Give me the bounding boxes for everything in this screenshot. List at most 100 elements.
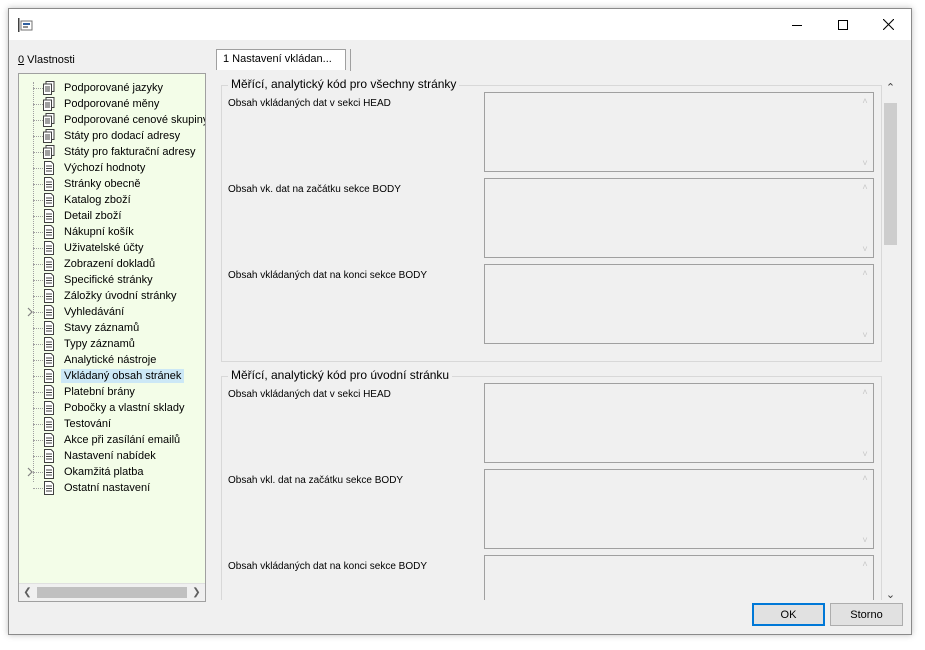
properties-label: 0 Vlastnosti [18, 54, 75, 66]
scroll-right-icon[interactable]: ❯ [188, 584, 205, 601]
tree-item-label: Podporované cenové skupiny [64, 114, 206, 126]
tree-item-label: Stavy záznamů [64, 322, 140, 334]
scroll-up-icon[interactable]: ˄ [860, 387, 870, 397]
tree-horizontal-scrollbar[interactable]: ❮ ❯ [19, 583, 205, 601]
tree-item-label: Stránky obecně [64, 178, 141, 190]
scroll-left-icon[interactable]: ❮ [19, 584, 36, 601]
document-stack-icon [43, 97, 55, 111]
tree-connector [33, 376, 43, 377]
scroll-down-icon[interactable]: ˅ [860, 449, 870, 459]
document-icon [44, 209, 54, 223]
scroll-down-icon[interactable]: ˅ [860, 244, 870, 254]
maximize-button[interactable] [820, 9, 866, 40]
tree-item[interactable]: Uživatelské účty [19, 240, 205, 256]
tree-item[interactable]: Státy pro dodací adresy [19, 128, 205, 144]
tree-item-label: Specifické stránky [64, 274, 153, 286]
content-textarea[interactable]: ˄˅ [484, 264, 874, 344]
tree-item-label: Testování [64, 418, 112, 430]
tree-connector [33, 200, 43, 201]
scroll-up-icon[interactable]: ˄ [860, 96, 870, 106]
tree-item-label: Akce při zasílání emailů [64, 434, 181, 446]
scroll-down-icon[interactable]: ˅ [860, 158, 870, 168]
content-textarea[interactable]: ˄˅ [484, 469, 874, 549]
tree-item[interactable]: Vyhledávání [19, 304, 205, 320]
tree-item-label: Nastavení nabídek [64, 450, 156, 462]
tree-connector [33, 232, 43, 233]
tree-connector [33, 296, 43, 297]
tree-item[interactable]: Podporované cenové skupiny [19, 112, 205, 128]
scroll-down-icon[interactable]: ˅ [860, 535, 870, 545]
tree-item[interactable]: Platební brány [19, 384, 205, 400]
close-button[interactable] [865, 9, 911, 40]
tree-item[interactable]: Záložky úvodní stránky [19, 288, 205, 304]
document-icon [44, 369, 54, 383]
document-icon [44, 257, 54, 271]
scroll-down-icon[interactable]: ⌄ [882, 586, 899, 603]
tree-item[interactable]: Stavy záznamů [19, 320, 205, 336]
tree-item-label: Okamžitá platba [64, 466, 144, 478]
tree-item[interactable]: Podporované měny [19, 96, 205, 112]
scroll-up-icon[interactable]: ˄ [860, 268, 870, 278]
tree-item-label: Státy pro fakturační adresy [64, 146, 196, 158]
content-textarea[interactable]: ˄˅ [484, 178, 874, 258]
ok-button[interactable]: OK [752, 603, 825, 626]
scroll-up-icon[interactable]: ˄ [860, 182, 870, 192]
field-label: Obsah vk. dat na začátku sekce BODY [228, 184, 401, 195]
chevron-right-icon[interactable] [25, 307, 35, 317]
tab-separator [350, 49, 351, 71]
content-vertical-scrollbar[interactable]: ⌃ ⌄ [882, 79, 899, 603]
document-icon [44, 177, 54, 191]
scroll-up-icon[interactable]: ˄ [860, 473, 870, 483]
tree-connector [33, 152, 43, 153]
properties-label-text: Vlastnosti [24, 54, 75, 66]
tree-item[interactable]: Státy pro fakturační adresy [19, 144, 205, 160]
tree-item[interactable]: Pobočky a vlastní sklady [19, 400, 205, 416]
tree-item[interactable]: Zobrazení dokladů [19, 256, 205, 272]
tree-item-label: Výchozí hodnoty [64, 162, 146, 174]
minimize-button[interactable] [774, 9, 820, 40]
tree-connector [33, 120, 43, 121]
properties-tree[interactable]: Podporované jazyky Podporované měny Podpor… [18, 73, 206, 602]
tree-item[interactable]: Testování [19, 416, 205, 432]
tree-item[interactable]: Vkládaný obsah stránek [19, 368, 205, 384]
tree-item[interactable]: Okamžitá platba [19, 464, 205, 480]
tree-item[interactable]: Detail zboží [19, 208, 205, 224]
title-bar[interactable] [9, 9, 911, 40]
content-textarea[interactable]: ˄˅ [484, 92, 874, 172]
tree-item-label: Podporované měny [64, 98, 160, 110]
close-icon [882, 19, 894, 30]
tree-connector [33, 440, 43, 441]
tree-item[interactable]: Specifické stránky [19, 272, 205, 288]
scroll-up-icon[interactable]: ˄ [860, 559, 870, 569]
scroll-down-icon[interactable]: ˅ [860, 330, 870, 340]
tree-item-label: Katalog zboží [64, 194, 131, 206]
chevron-right-icon[interactable] [25, 467, 35, 477]
document-stack-icon [43, 113, 55, 127]
tree-item[interactable]: Podporované jazyky [19, 80, 205, 96]
tree-item[interactable]: Stránky obecně [19, 176, 205, 192]
cancel-button[interactable]: Storno [830, 603, 903, 626]
tree-item[interactable]: Analytické nástroje [19, 352, 205, 368]
content-textarea[interactable]: ˄˅ [484, 383, 874, 463]
tree-item[interactable]: Ostatní nastavení [19, 480, 205, 496]
tree-item-label: Detail zboží [64, 210, 122, 222]
tree-connector [33, 344, 43, 345]
content-scroll-thumb[interactable] [884, 103, 897, 245]
content-textarea[interactable]: ˄˅ [484, 555, 874, 600]
tree-item-label: Podporované jazyky [64, 82, 164, 94]
dialog-window: 0 Vlastnosti Podporované jazyky Podporova… [8, 8, 912, 635]
tree-item[interactable]: Typy záznamů [19, 336, 205, 352]
scroll-up-icon[interactable]: ⌃ [882, 79, 899, 96]
tree-item[interactable]: Nákupní košík [19, 224, 205, 240]
tree-connector [33, 216, 43, 217]
tree-item[interactable]: Akce při zasílání emailů [19, 432, 205, 448]
field-label: Obsah vkl. dat na začátku sekce BODY [228, 475, 404, 486]
tree-item[interactable]: Nastavení nabídek [19, 448, 205, 464]
tree-item[interactable]: Katalog zboží [19, 192, 205, 208]
tab-nastaveni-vkladaneho-obsahu[interactable]: 1 Nastavení vkládan... [216, 49, 346, 70]
tree-item-label: Typy záznamů [64, 338, 135, 350]
tree-item[interactable]: Výchozí hodnoty [19, 160, 205, 176]
tree-scroll-thumb[interactable] [37, 587, 187, 598]
group-home-page: Měřící, analytický kód pro úvodní stránk… [221, 368, 882, 600]
document-icon [44, 433, 54, 447]
